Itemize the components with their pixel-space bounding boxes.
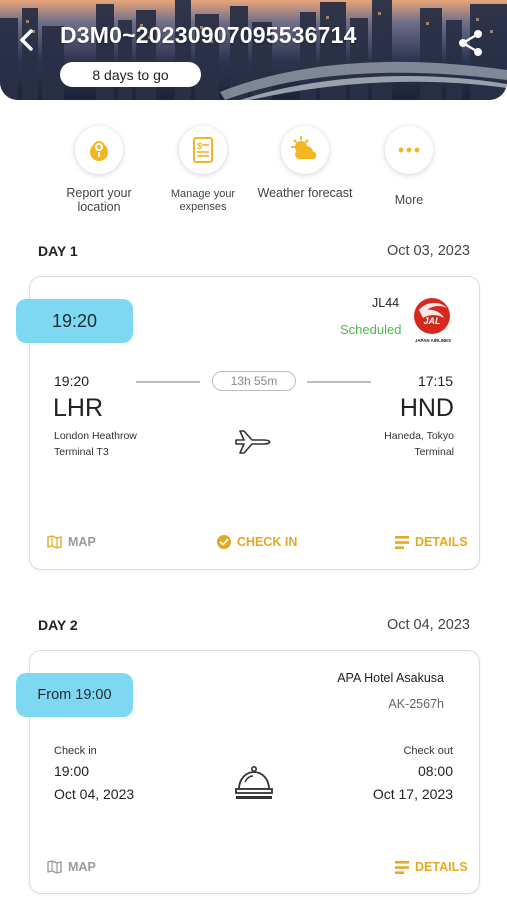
depart-terminal: Terminal T3	[54, 446, 109, 458]
arrive-airport: Haneda, Tokyo	[384, 430, 454, 442]
jal-crane-logo-icon: JAL JAPAN AIRLINES	[414, 298, 451, 343]
location-pin-icon	[90, 141, 108, 161]
hotel-map-button[interactable]: MAP	[47, 860, 96, 874]
list-icon	[395, 535, 409, 549]
flight-number: JL44	[372, 296, 400, 310]
hotel-name: APA Hotel Asakusa	[337, 671, 444, 685]
quick-actions: Report your location $ Manage your expen…	[0, 126, 507, 226]
arrive-time: 17:15	[417, 373, 453, 389]
day-1-header: DAY 1 Oct 03, 2023	[38, 241, 470, 261]
flight-time-badge: 19:20	[16, 299, 133, 343]
check-in-date: Oct 04, 2023	[54, 786, 135, 802]
day-2-title: DAY 2	[38, 617, 78, 633]
hotel-time-badge: From 19:00	[16, 673, 133, 717]
arrive-terminal: Terminal	[414, 446, 454, 458]
weather-forecast-label: Weather forecast	[257, 186, 353, 200]
flight-duration: 13h 55m	[212, 371, 296, 391]
svg-text:JAL: JAL	[423, 316, 440, 326]
depart-time: 19:20	[54, 373, 90, 389]
share-button[interactable]	[457, 29, 485, 57]
more-button[interactable]: More	[359, 126, 459, 207]
back-arrow-icon	[20, 29, 33, 51]
manage-expenses-label: Manage your expenses	[170, 188, 236, 213]
depart-airport: London Heathrow	[54, 430, 137, 442]
hotel-details-button[interactable]: DETAILS	[395, 860, 468, 874]
hotel-bell-icon	[234, 765, 274, 806]
manage-expenses-button[interactable]: $ Manage your expenses	[153, 126, 253, 214]
check-out-label: Check out	[403, 745, 453, 757]
share-icon	[459, 30, 482, 56]
flight-details-button[interactable]: DETAILS	[395, 535, 468, 549]
route-line-right	[307, 381, 371, 383]
flight-map-button[interactable]: MAP	[47, 535, 96, 549]
days-to-go-badge: 8 days to go	[60, 62, 201, 87]
check-in-button[interactable]: CHECK IN	[217, 535, 297, 549]
svg-text:$: $	[197, 141, 202, 151]
receipt-icon: $	[193, 137, 213, 163]
back-button[interactable]	[12, 26, 40, 54]
plane-icon	[234, 425, 274, 460]
check-circle-icon	[217, 535, 231, 549]
list-icon	[395, 860, 409, 874]
day-2-header: DAY 2 Oct 04, 2023	[38, 615, 470, 635]
hotel-code: AK-2567h	[388, 697, 444, 711]
check-in-label: Check in	[54, 745, 97, 757]
check-out-date: Oct 17, 2023	[372, 786, 453, 802]
check-out-time: 08:00	[417, 763, 453, 779]
check-in-time: 19:00	[54, 763, 90, 779]
day-1-date: Oct 03, 2023	[386, 243, 470, 259]
weather-icon	[291, 136, 317, 159]
more-dots-icon	[398, 147, 420, 153]
trip-header: D3M0~20230907095536714 8 days to go	[0, 0, 507, 100]
report-location-label: Report your location	[66, 186, 132, 214]
day-2-date: Oct 04, 2023	[386, 617, 470, 633]
weather-forecast-button[interactable]: Weather forecast	[255, 126, 355, 200]
svg-text:JAPAN AIRLINES: JAPAN AIRLINES	[415, 338, 451, 343]
depart-code: LHR	[53, 394, 104, 422]
report-location-button[interactable]: Report your location	[49, 126, 149, 214]
map-icon	[47, 860, 62, 874]
more-label: More	[394, 193, 424, 207]
arrive-code: HND	[399, 394, 454, 422]
route-line-left	[136, 381, 200, 383]
flight-status: Scheduled	[340, 322, 402, 337]
day-1-title: DAY 1	[38, 243, 78, 259]
map-icon	[47, 535, 62, 549]
trip-title: D3M0~20230907095536714	[60, 22, 357, 48]
airline-logo: JAL JAPAN AIRLINES	[411, 296, 457, 346]
